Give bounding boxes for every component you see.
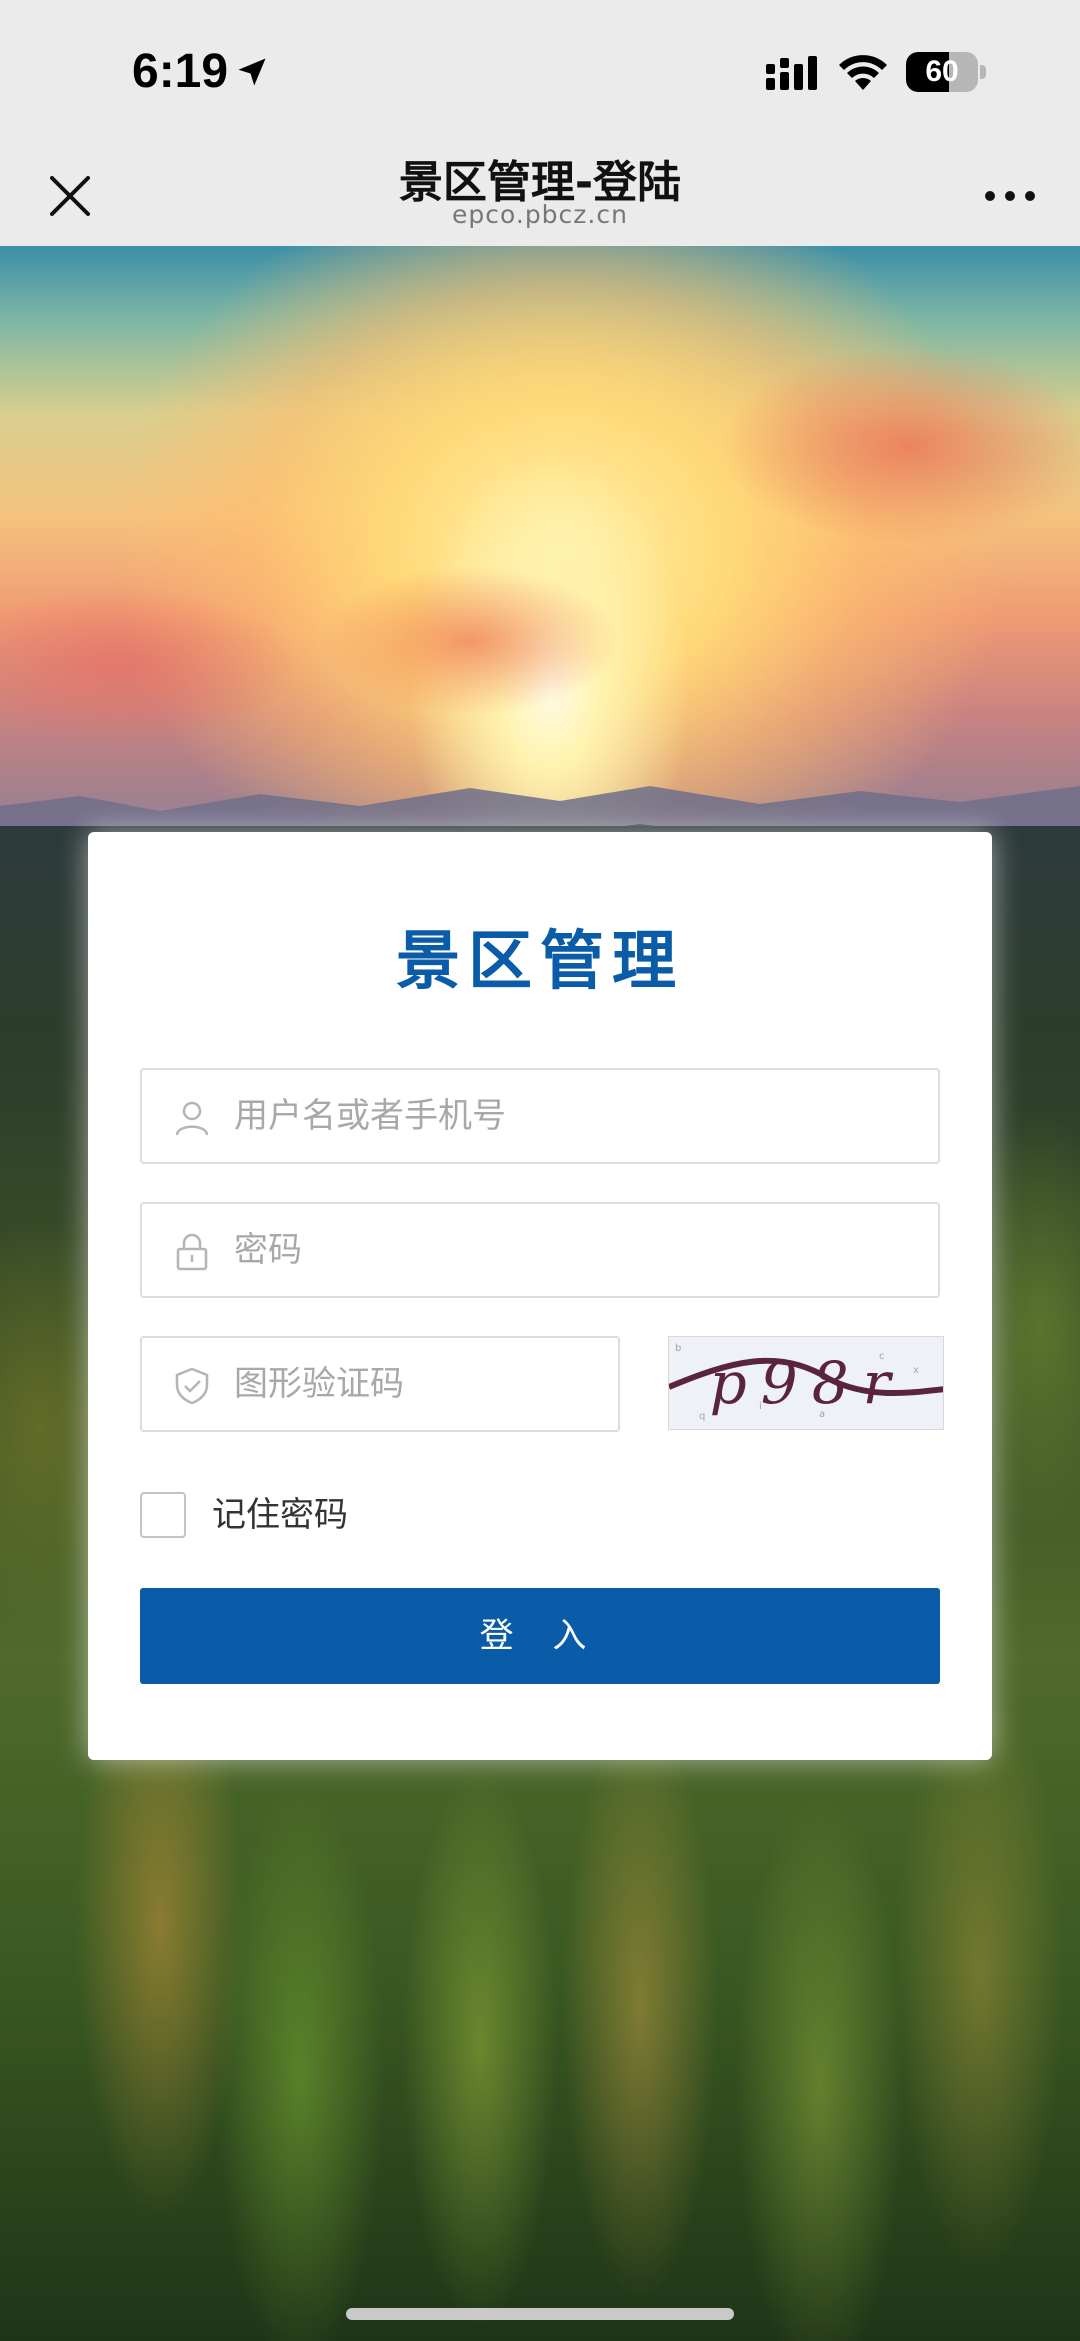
captcha-text: p98r — [709, 1349, 905, 1417]
username-input[interactable]: 用户名或者手机号 — [140, 1068, 940, 1164]
battery-body: 60 — [906, 52, 978, 92]
page-url: epco.pbcz.cn — [452, 200, 628, 229]
more-options-icon[interactable] — [980, 176, 1040, 216]
status-bar: 6:19 60 — [0, 0, 1080, 140]
username-placeholder: 用户名或者手机号 — [234, 1096, 506, 1136]
captcha-placeholder: 图形验证码 — [234, 1364, 404, 1404]
home-indicator[interactable] — [346, 2308, 734, 2320]
battery-indicator: 60 — [906, 52, 986, 92]
location-arrow-icon — [238, 58, 266, 86]
battery-percent: 60 — [925, 55, 959, 88]
cloud — [720, 346, 1080, 546]
cloud — [320, 566, 620, 716]
password-placeholder: 密码 — [234, 1230, 302, 1270]
shield-check-icon — [175, 1367, 209, 1405]
captcha-input[interactable]: 图形验证码 — [140, 1336, 620, 1432]
browser-nav-bar: 景区管理-登陆 epco.pbcz.cn — [0, 140, 1080, 246]
captcha-image[interactable]: b c i a x q p98r — [668, 1336, 944, 1430]
sunset-sky — [0, 246, 1080, 846]
lock-icon — [176, 1233, 208, 1271]
cellular-signal-icon — [766, 56, 817, 90]
login-title: 景区管理 — [396, 925, 684, 999]
remember-label: 记住密码 — [212, 1495, 348, 1535]
remember-checkbox[interactable] — [140, 1492, 186, 1538]
password-input[interactable]: 密码 — [140, 1202, 940, 1298]
wifi-icon — [839, 55, 887, 90]
status-time: 6:19 — [132, 45, 229, 98]
user-icon — [175, 1101, 209, 1136]
battery-cap — [980, 65, 986, 79]
login-card: 景区管理 用户名或者手机号 密码 图形验证码 b c i a x q p98r … — [88, 832, 992, 1760]
login-button[interactable]: 登 入 — [140, 1588, 940, 1684]
